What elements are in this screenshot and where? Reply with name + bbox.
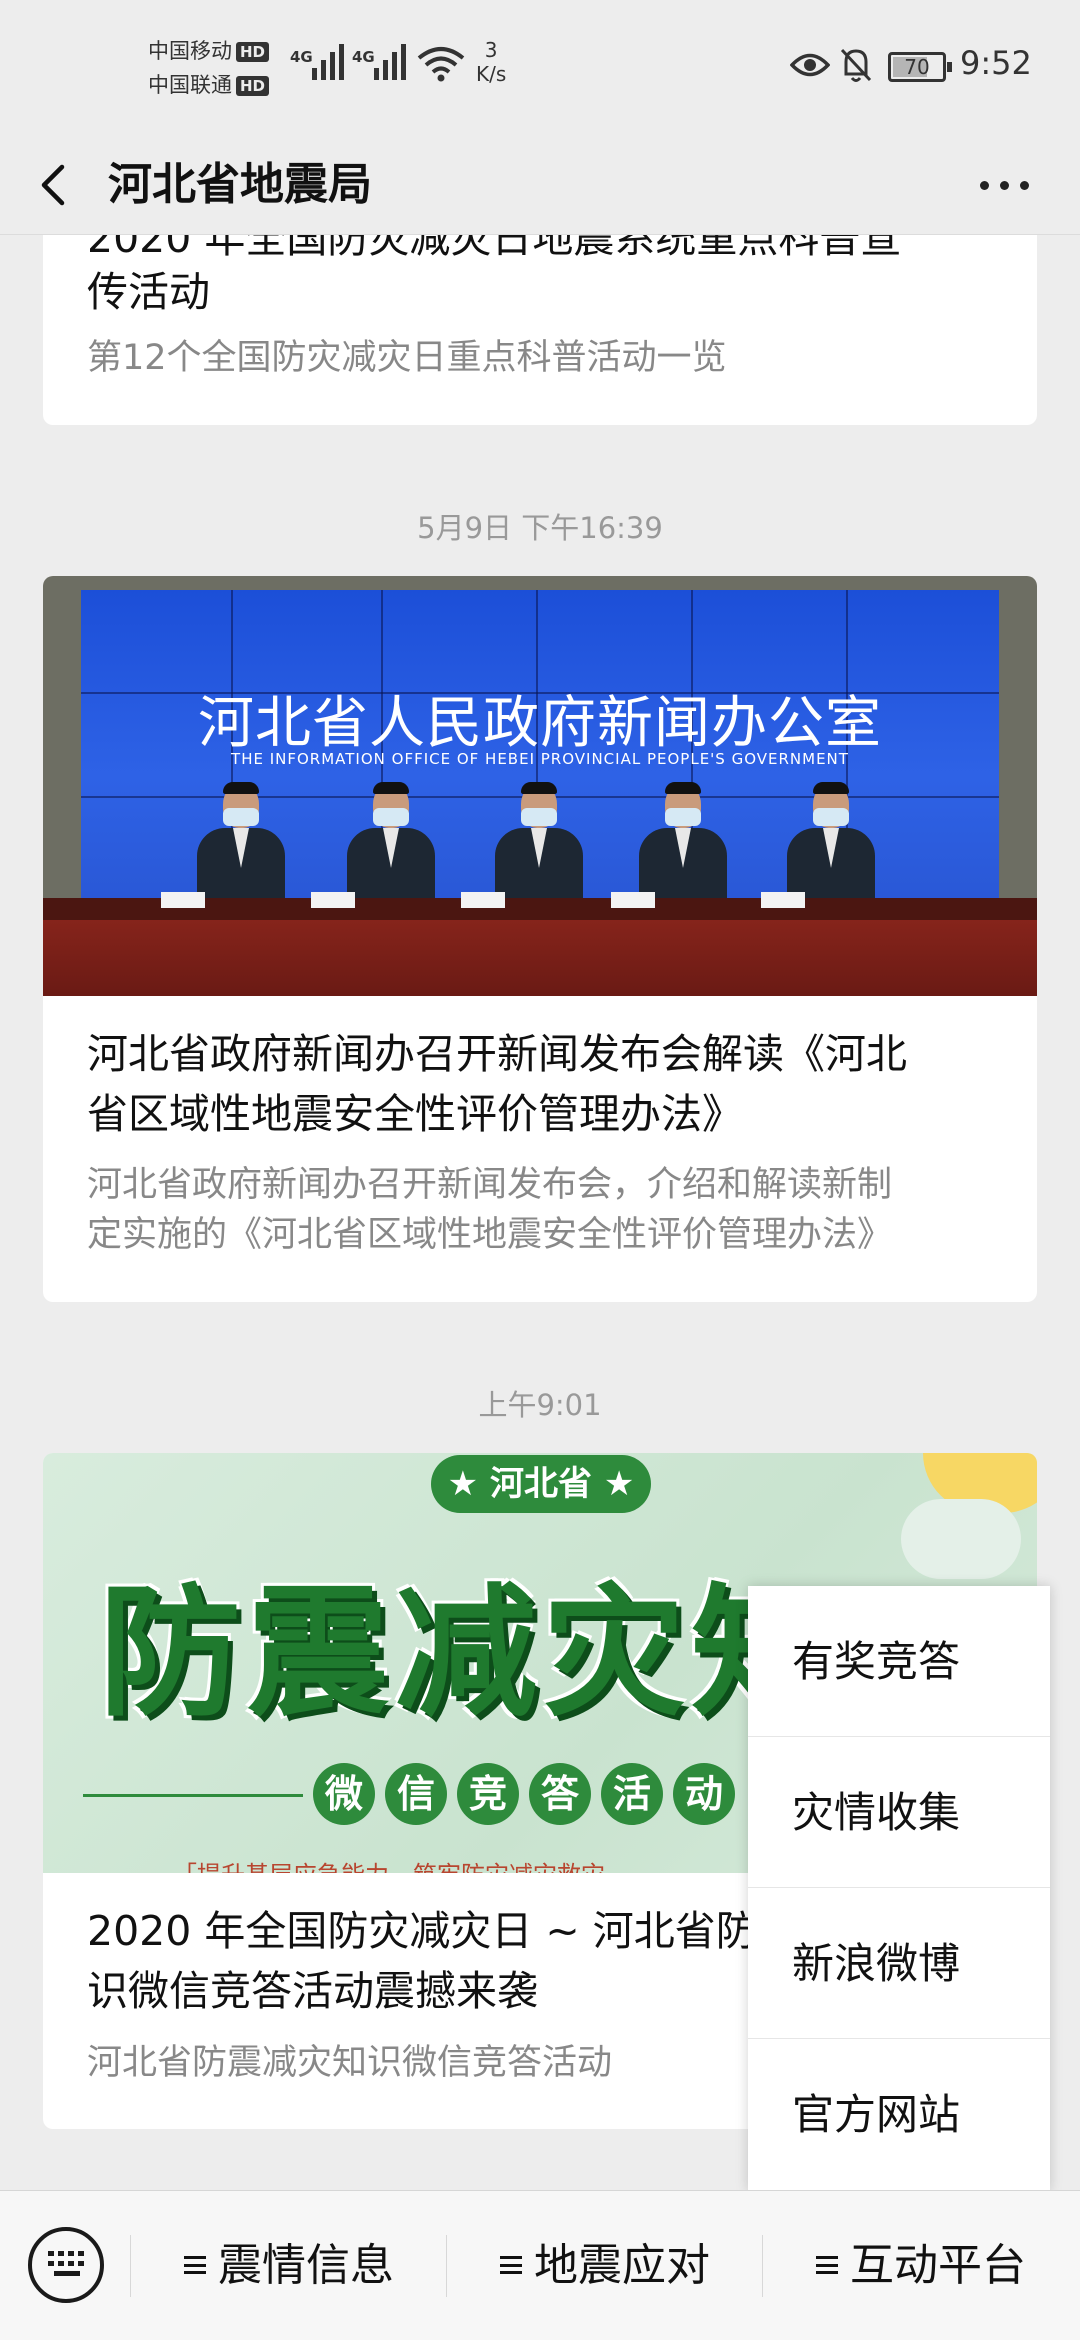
menu-item-disaster-report[interactable]: 灾情收集 <box>748 1737 1050 1888</box>
menu-item-official-site[interactable]: 官方网站 <box>748 2039 1050 2190</box>
menu-tab-earthquake-response[interactable]: 地震应对 <box>500 2191 710 2340</box>
speaker-figure <box>491 782 587 908</box>
podium-front <box>43 920 1037 996</box>
clock: 9:52 <box>960 44 1032 82</box>
article-title-line2: 识微信竞答活动震撼来袭 <box>87 1967 538 2015</box>
article-description: 河北省政府新闻办召开新闻发布会，介绍和解读新制 <box>87 1165 893 1205</box>
menu-tab-seismic-info[interactable]: 震情信息 <box>184 2191 394 2340</box>
speaker-figure <box>783 782 879 908</box>
poster-title: 防震减灾知 <box>99 1571 839 1736</box>
article-card-press-conference[interactable]: 河北省人民政府新闻办公室 THE INFORMATION OFFICE OF H… <box>43 576 1037 1302</box>
message-timestamp: 上午9:01 <box>478 1388 602 1422</box>
bell-off-icon <box>840 48 872 82</box>
eye-icon <box>790 53 830 77</box>
article-description: 第12个全国防灾减灾日重点科普活动一览 <box>87 338 727 378</box>
screen-title-cn: 河北省人民政府新闻办公室 <box>198 691 882 756</box>
bottom-menu-bar: 震情信息 地震应对 互动平台 <box>0 2190 1080 2340</box>
article-description-line2: 定实施的《河北省区域性地震安全性评价管理办法》 <box>87 1215 893 1255</box>
poster-subtitle: 微信竞答活动 <box>313 1763 745 1825</box>
menu-list-icon <box>816 2256 838 2274</box>
article-description: 河北省防震减灾知识微信竞答活动 <box>87 2043 613 2083</box>
cloud-graphic <box>901 1499 1021 1579</box>
submenu-popup: 有奖竞答 灾情收集 新浪微博 官方网站 <box>748 1586 1050 2191</box>
menu-item-sina-weibo[interactable]: 新浪微博 <box>748 1888 1050 2039</box>
status-bar: 中国移动 HD 中国联通 HD 4G 4G 3 K/s 70 9:52 <box>0 0 1080 135</box>
network-speed: 3 K/s <box>476 38 507 86</box>
speaker-figure <box>343 782 439 908</box>
more-icon[interactable] <box>970 165 1050 205</box>
carrier-info: 中国移动 HD 中国联通 HD <box>148 34 270 102</box>
page-title: 河北省地震局 <box>108 159 372 210</box>
back-icon[interactable] <box>30 155 80 215</box>
province-badge: ★ 河北省 ★ <box>431 1455 651 1513</box>
message-timestamp: 5月9日 下午16:39 <box>417 511 663 545</box>
screen-title-en: THE INFORMATION OFFICE OF HEBEI PROVINCI… <box>231 750 849 768</box>
menu-list-icon <box>500 2256 522 2274</box>
article-title-line2: 传活动 <box>87 268 210 316</box>
menu-item-prize-quiz[interactable]: 有奖竞答 <box>748 1586 1050 1737</box>
top-navigation-bar: 河北省地震局 <box>0 135 1080 235</box>
menu-list-icon <box>184 2256 206 2274</box>
article-title: 河北省政府新闻办召开新闻发布会解读《河北 <box>87 1030 907 1078</box>
article-title-line2: 省区域性地震安全性评价管理办法》 <box>87 1090 743 1138</box>
speaker-figure <box>635 782 731 908</box>
keyboard-icon[interactable] <box>28 2227 104 2303</box>
poster-caption: 「提升基层应急能力，筑牢防灾减灾救灾 <box>173 1855 605 1873</box>
article-cover-image: 河北省人民政府新闻办公室 THE INFORMATION OFFICE OF H… <box>43 576 1037 996</box>
speaker-figure <box>193 782 289 908</box>
wifi-icon <box>417 47 465 82</box>
battery-icon: 70 <box>888 52 952 82</box>
poster-divider <box>83 1794 303 1797</box>
menu-tab-interactive-platform[interactable]: 互动平台 <box>816 2191 1026 2340</box>
